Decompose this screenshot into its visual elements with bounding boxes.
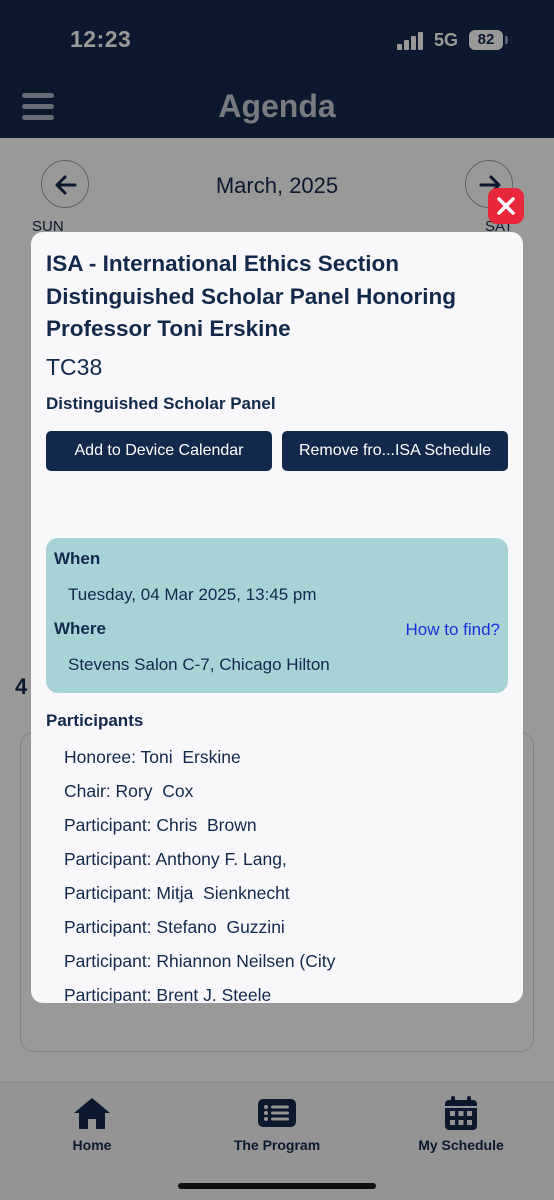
- session-info-box: When Tuesday, 04 Mar 2025, 13:45 pm Wher…: [46, 538, 508, 693]
- participant-item: Participant: Rhiannon Neilsen (City: [64, 951, 336, 971]
- participant-item: Participant: Anthony F. Lang,: [64, 849, 287, 869]
- where-label: Where: [54, 619, 106, 638]
- participants-heading: Participants: [46, 711, 144, 730]
- participant-item: Participant: Brent J. Steele: [64, 985, 272, 1003]
- participant-item: Participant: Stefano Guzzini: [64, 917, 285, 937]
- participant-item: Participant: Mitja Sienknecht: [64, 883, 290, 903]
- session-code: TC38: [46, 354, 103, 380]
- session-title: ISA - International Ethics Section Disti…: [46, 251, 457, 341]
- participants-list: Honoree: Toni Erskine Chair: Rory Cox Pa…: [64, 745, 504, 1003]
- remove-from-schedule-button[interactable]: Remove fro...ISA Schedule: [282, 431, 508, 471]
- session-type: Distinguished Scholar Panel: [46, 394, 276, 413]
- participant-item: Honoree: Toni Erskine: [64, 747, 241, 767]
- when-label: When: [54, 549, 101, 568]
- where-value: Stevens Salon C-7, Chicago Hilton: [68, 655, 330, 674]
- session-detail-modal: ISA - International Ethics Section Disti…: [31, 232, 523, 1003]
- how-to-find-link[interactable]: How to find?: [406, 620, 501, 640]
- participant-item: Participant: Chris Brown: [64, 815, 257, 835]
- add-to-calendar-button[interactable]: Add to Device Calendar: [46, 431, 272, 471]
- close-icon: [497, 197, 515, 215]
- participant-item: Chair: Rory Cox: [64, 781, 194, 801]
- home-indicator: [178, 1183, 376, 1189]
- close-modal-button[interactable]: [488, 188, 524, 224]
- when-value: Tuesday, 04 Mar 2025, 13:45 pm: [68, 585, 317, 604]
